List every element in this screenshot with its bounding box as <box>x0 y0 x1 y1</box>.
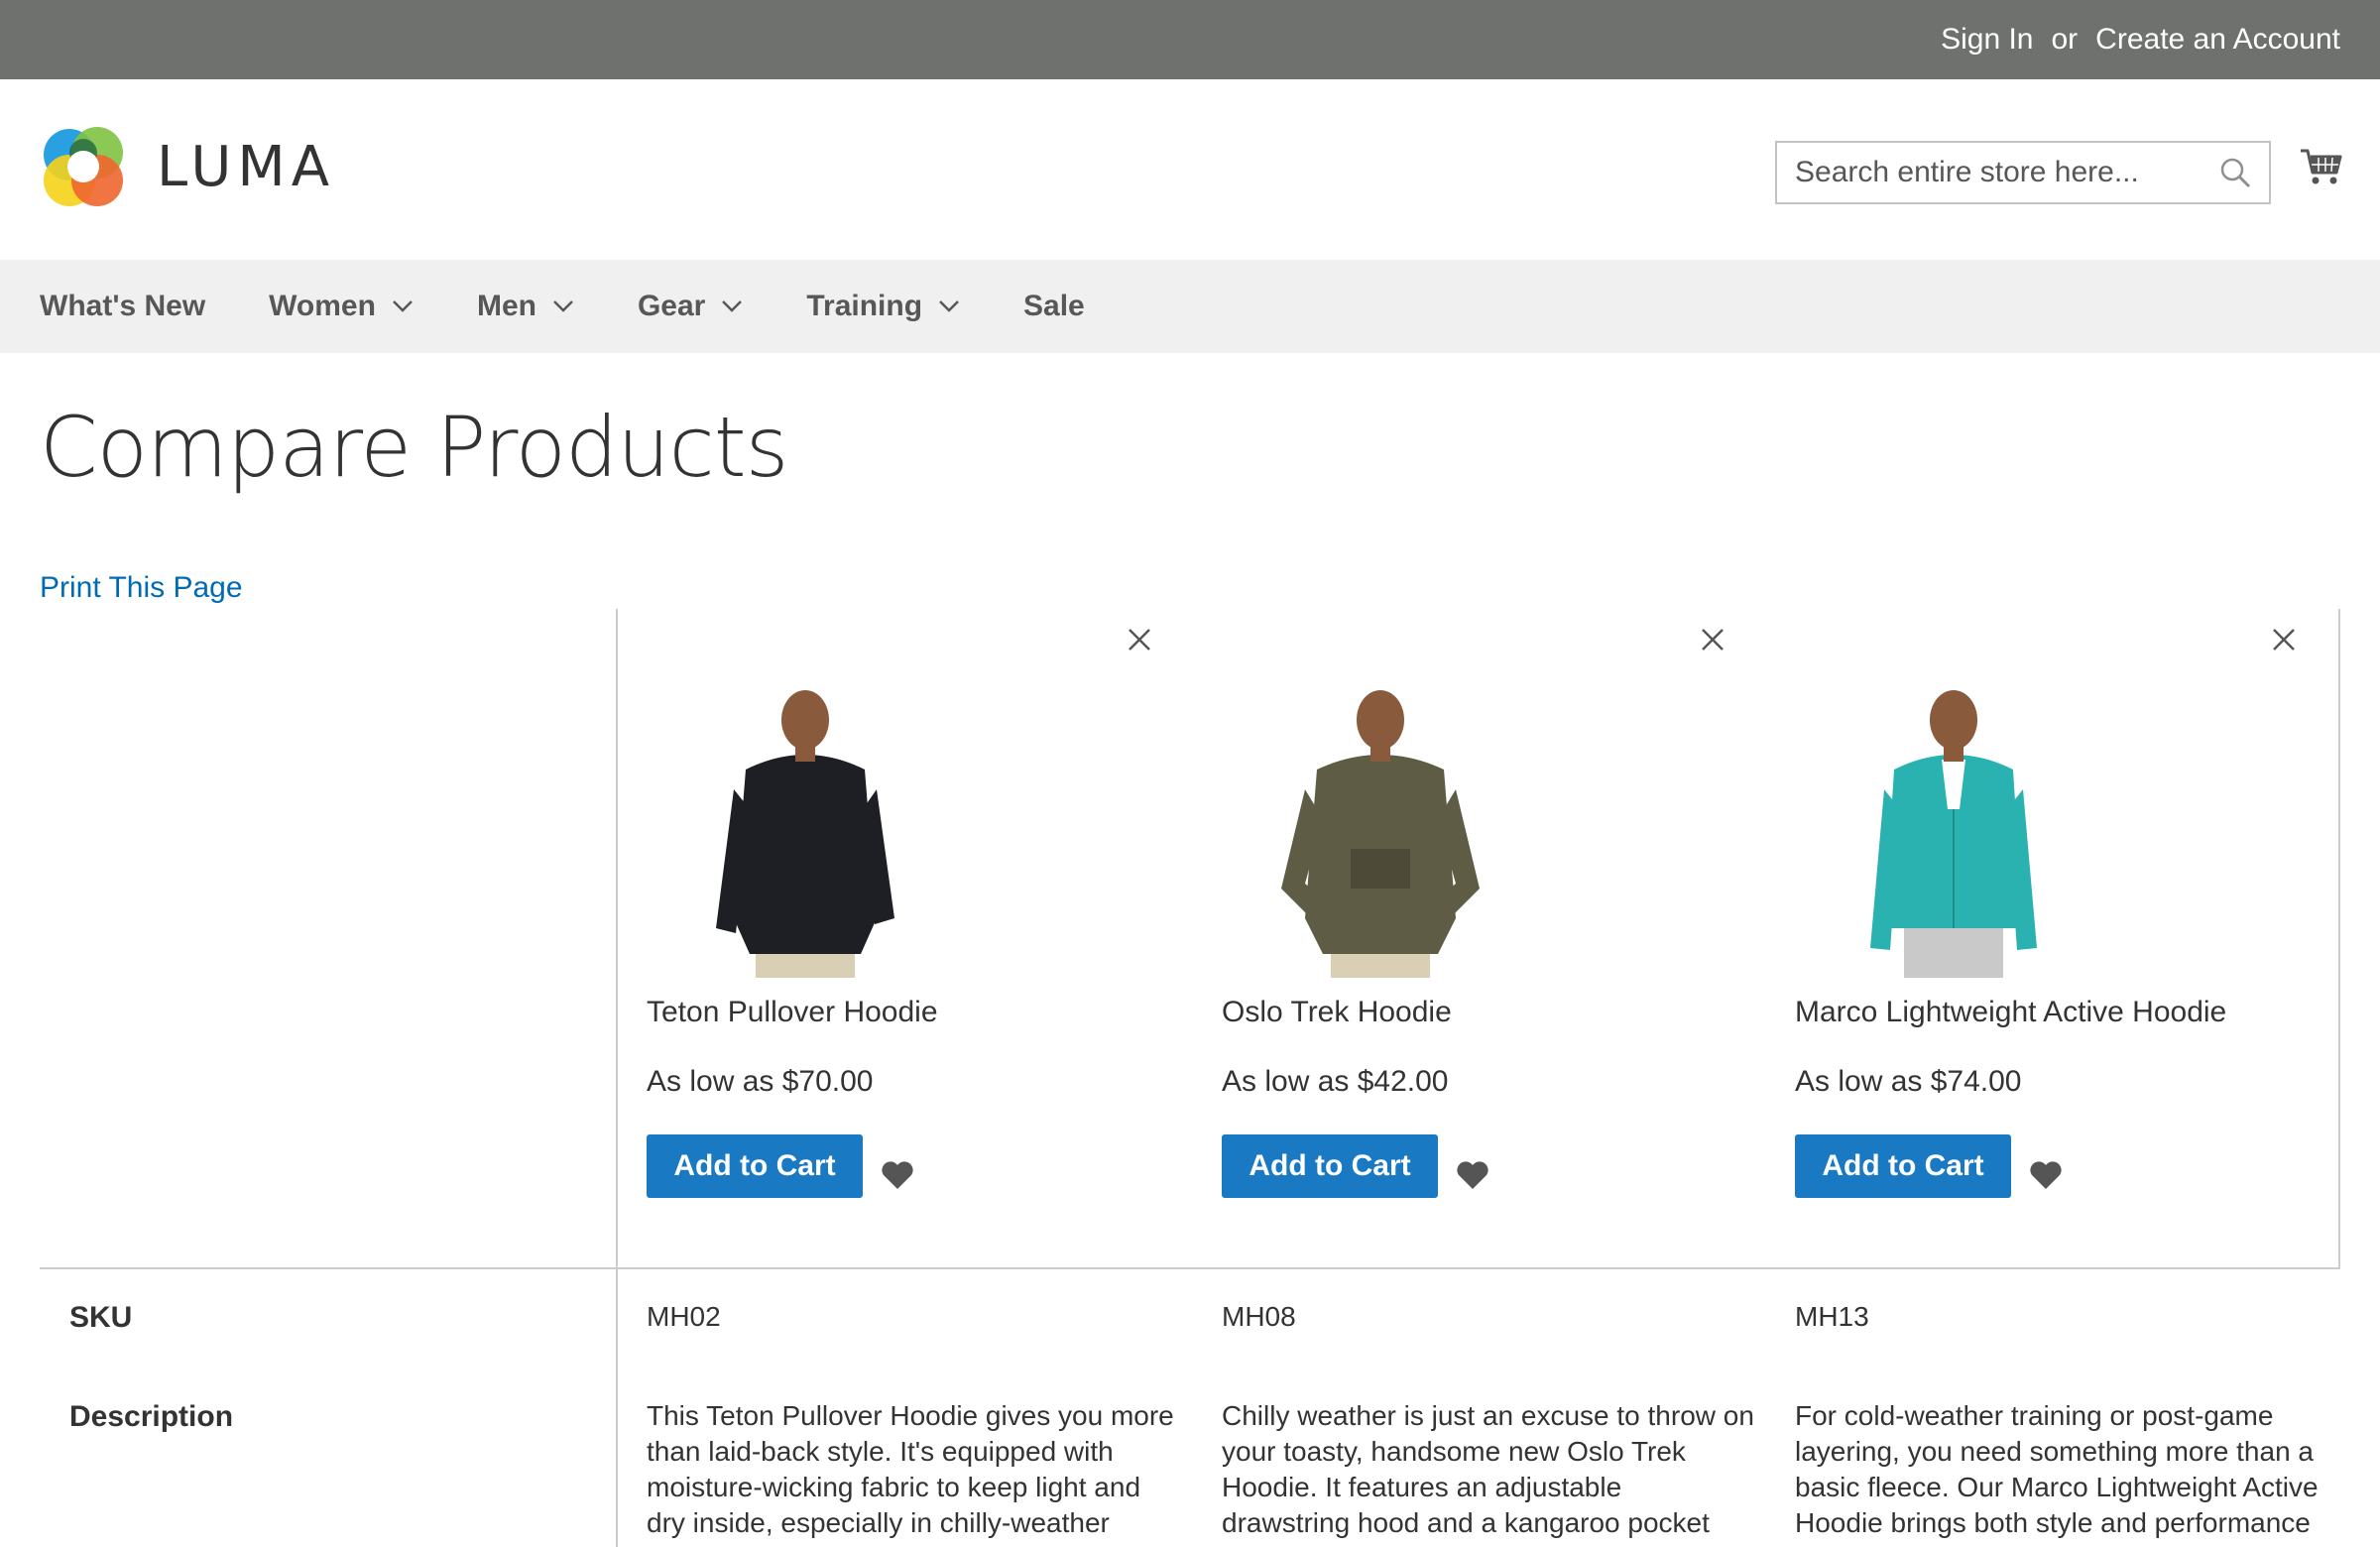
nav-item-sale[interactable]: Sale <box>1023 290 1085 323</box>
add-to-cart-button[interactable]: Add to Cart <box>647 1134 863 1198</box>
sign-in-link[interactable]: Sign In <box>1941 23 2033 57</box>
sku-value: MH08 <box>1222 1301 1296 1332</box>
chevron-down-icon <box>393 300 413 312</box>
sku-value: MH02 <box>647 1301 721 1332</box>
top-bar: Sign In or Create an Account <box>0 0 2380 79</box>
nav-item-label: Men <box>476 290 536 322</box>
add-to-cart-button[interactable]: Add to Cart <box>1795 1134 2011 1198</box>
nav-item-label: Training <box>806 290 923 322</box>
nav-item-whats-new[interactable]: What's New <box>40 290 205 323</box>
nav-item-label: Sale <box>1023 290 1085 322</box>
row-label-description: Description <box>69 1400 234 1433</box>
product-image[interactable] <box>1835 680 2073 978</box>
product-name[interactable]: Teton Pullover Hoodie <box>647 996 938 1029</box>
page-title: Compare Products <box>40 399 788 496</box>
heart-icon[interactable] <box>2029 1160 2063 1190</box>
nav-item-gear[interactable]: Gear <box>638 290 743 323</box>
product-name[interactable]: Oslo Trek Hoodie <box>1222 996 1452 1029</box>
product-price: As low as $70.00 <box>647 1065 874 1098</box>
table-divider-horizontal <box>40 1267 2340 1269</box>
row-label-sku: SKU <box>69 1301 133 1334</box>
nav-item-label: What's New <box>40 290 206 322</box>
search-box <box>1775 141 2271 204</box>
table-divider-vertical <box>616 609 618 1547</box>
search-icon[interactable] <box>2219 157 2251 188</box>
nav-item-training[interactable]: Training <box>806 290 960 323</box>
search-input[interactable] <box>1777 143 2203 202</box>
create-account-link[interactable]: Create an Account <box>2095 23 2340 57</box>
chevron-down-icon <box>553 300 573 312</box>
add-to-cart-button[interactable]: Add to Cart <box>1222 1134 1438 1198</box>
description-value: This Teton Pullover Hoodie gives you mor… <box>647 1400 1174 1538</box>
close-icon[interactable] <box>1700 627 1726 653</box>
product-price: As low as $74.00 <box>1795 1065 2022 1098</box>
sku-value: MH13 <box>1795 1301 1869 1332</box>
chevron-down-icon <box>722 300 743 312</box>
main-navigation: What's New Women Men Gear Training Sale <box>0 260 2380 353</box>
chevron-down-icon <box>939 300 959 312</box>
or-text: or <box>2051 23 2079 56</box>
nav-item-label: Women <box>269 290 376 322</box>
nav-item-men[interactable]: Men <box>477 290 574 323</box>
cart-icon[interactable] <box>2299 145 2342 188</box>
nav-item-label: Gear <box>637 290 706 322</box>
print-page-link[interactable]: Print This Page <box>40 571 243 605</box>
logo[interactable]: LUMA <box>40 123 335 210</box>
heart-icon[interactable] <box>1456 1160 1489 1190</box>
account-links: Sign In or Create an Account <box>1941 0 2340 79</box>
product-image[interactable] <box>1261 680 1499 978</box>
description-value: For cold-weather training or post-game l… <box>1795 1400 2319 1538</box>
product-price: As low as $42.00 <box>1222 1065 1449 1098</box>
heart-icon[interactable] <box>881 1160 914 1190</box>
product-image[interactable] <box>686 680 924 978</box>
logo-text: LUMA <box>157 134 336 199</box>
luma-logo-icon <box>44 127 123 206</box>
product-name[interactable]: Marco Lightweight Active Hoodie <box>1795 996 2226 1029</box>
description-value: Chilly weather is just an excuse to thro… <box>1222 1400 1754 1538</box>
table-border-right <box>2338 609 2340 1267</box>
close-icon[interactable] <box>1127 627 1152 653</box>
close-icon[interactable] <box>2271 627 2297 653</box>
nav-item-women[interactable]: Women <box>269 290 414 323</box>
